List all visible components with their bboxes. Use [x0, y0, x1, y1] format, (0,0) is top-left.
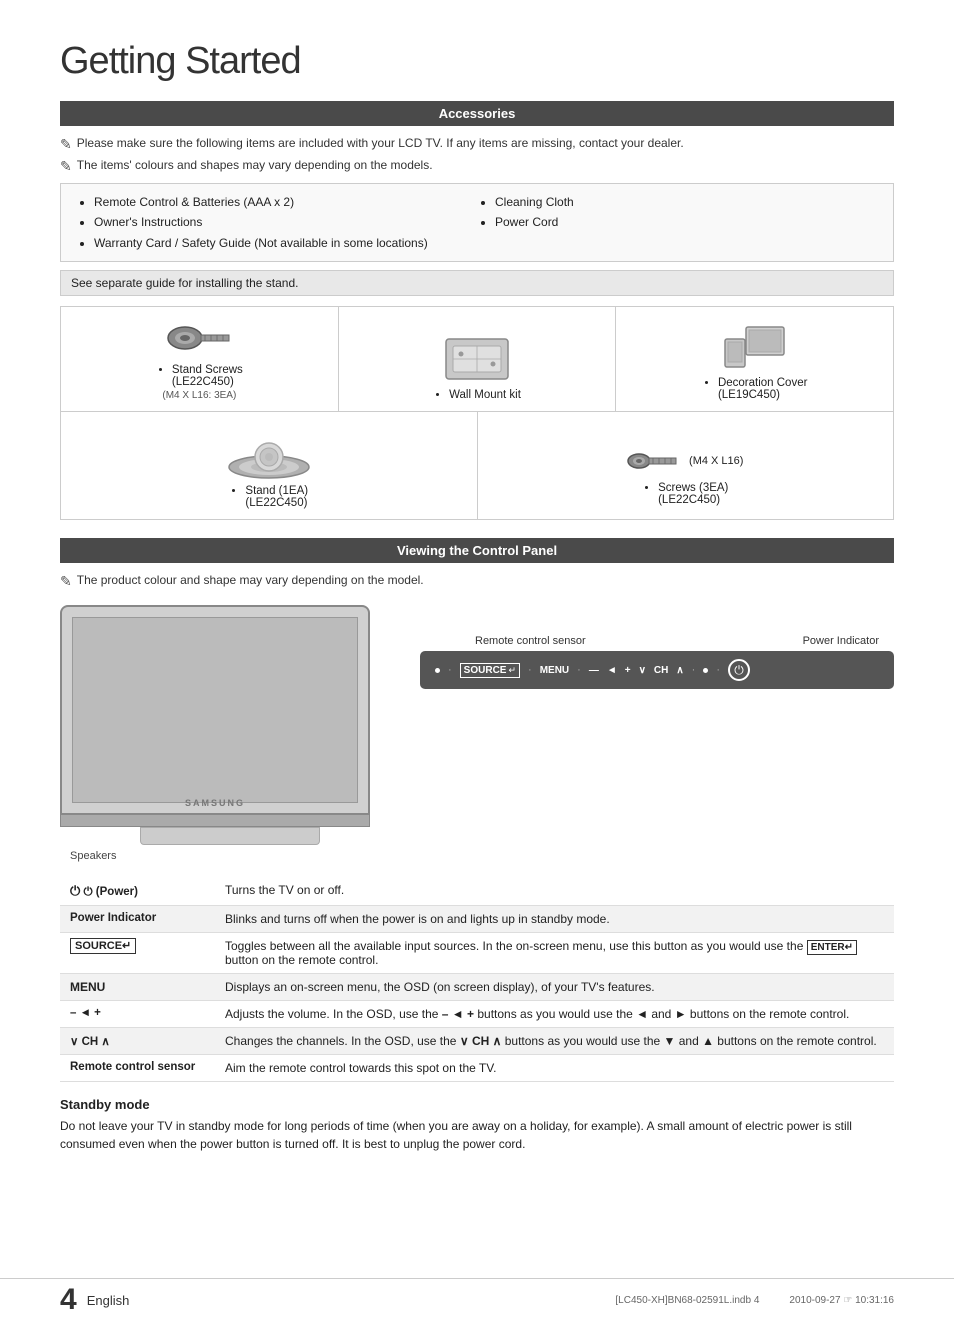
- control-desc-remote: Aim the remote control towards this spot…: [215, 1055, 894, 1082]
- table-row: ∨ CH ∧ Changes the channels. In the OSD,…: [60, 1028, 894, 1055]
- footer: 4 English [LC450-XH]BN68-02591L.indb 4 2…: [0, 1278, 954, 1321]
- accessories-image-row-1: Stand Screws (LE22C450) (M4 X L16: 3EA): [61, 307, 893, 412]
- screw2-icon: [627, 445, 679, 477]
- page: Getting Started Accessories ✎ Please mak…: [0, 0, 954, 1321]
- control-panel-header: Viewing the Control Panel: [60, 538, 894, 563]
- accessories-section: Accessories ✎ Please make sure the follo…: [60, 101, 894, 520]
- tv-body: SAMSUNG: [60, 605, 370, 815]
- ch-up-control: ∧: [676, 665, 683, 676]
- list-item: Remote Control & Batteries (AAA x 2): [94, 192, 477, 212]
- power-indicator-dot: [703, 668, 708, 673]
- remote-sensor-dot: [435, 668, 440, 673]
- control-panel-note: ✎ The product colour and shape may vary …: [60, 573, 894, 590]
- table-row: Power Indicator Blinks and turns off whe…: [60, 906, 894, 933]
- control-key-vol: – ◄ +: [60, 1001, 215, 1028]
- wallmount-icon: [441, 334, 513, 384]
- screws-label: Stand Screws (LE22C450) (M4 X L16: 3EA): [156, 364, 243, 401]
- control-labels-top: Remote control sensor Power Indicator: [420, 635, 894, 647]
- page-title: Getting Started: [60, 40, 894, 83]
- decorcover-cell: Decoration Cover (LE19C450): [616, 307, 893, 411]
- stand-cell: Stand (1EA) (LE22C450): [61, 412, 478, 519]
- control-desc-power: Turns the TV on or off.: [215, 877, 894, 906]
- ch-text: CH: [654, 665, 668, 676]
- control-panel-section: Viewing the Control Panel ✎ The product …: [60, 538, 894, 1153]
- screw2-sub: (M4 X L16): [689, 455, 743, 467]
- decorcover-label: Decoration Cover (LE19C450): [702, 377, 807, 401]
- language-label: English: [87, 1293, 130, 1308]
- screw2-cell: (M4 X L16) Screws (3EA) (LE22C450): [478, 412, 894, 519]
- stand-guide-bar: See separate guide for installing the st…: [60, 270, 894, 296]
- standby-text: Do not leave your TV in standby mode for…: [60, 1117, 894, 1153]
- list-item: Owner's Instructions: [94, 212, 477, 232]
- control-key-menu: MENU: [60, 974, 215, 1001]
- accessories-note1: ✎ Please make sure the following items a…: [60, 136, 894, 153]
- control-key-powerind: Power Indicator: [60, 906, 215, 933]
- screw2-label: Screws (3EA) (LE22C450): [642, 482, 728, 506]
- standby-section: Standby mode Do not leave your TV in sta…: [60, 1097, 894, 1153]
- vol-minus-control: —: [589, 665, 599, 676]
- control-key-power: ⏻ ⏻ (Power): [60, 877, 215, 906]
- stand-label: Stand (1EA) (LE22C450): [229, 485, 308, 509]
- note-icon-3: ✎: [60, 573, 72, 590]
- tv-screen: [72, 617, 358, 803]
- table-row: Remote control sensor Aim the remote con…: [60, 1055, 894, 1082]
- vol-left-control: ◄: [607, 665, 617, 676]
- tv-stand: [140, 827, 320, 845]
- control-key-remote: Remote control sensor: [60, 1055, 215, 1082]
- control-desc-vol: Adjusts the volume. In the OSD, use the …: [215, 1001, 894, 1028]
- accessories-images: Stand Screws (LE22C450) (M4 X L16: 3EA): [60, 306, 894, 520]
- decorcover-icon: [721, 324, 789, 372]
- control-key-ch: ∨ CH ∧: [60, 1028, 215, 1055]
- footer-file-info: [LC450-XH]BN68-02591L.indb 4 2010-09-27 …: [615, 1295, 894, 1306]
- date-info: 2010-09-27 ☞ 10:31:16: [789, 1295, 894, 1306]
- control-desc-menu: Displays an on-screen menu, the OSD (on …: [215, 974, 894, 1001]
- source-control: SOURCE ↵: [460, 663, 520, 678]
- accessories-note2: ✎ The items' colours and shapes may vary…: [60, 158, 894, 175]
- control-desc-source: Toggles between all the available input …: [215, 933, 894, 974]
- list-item: Cleaning Cloth: [495, 192, 878, 212]
- tv-image: SAMSUNG Speakers: [60, 605, 400, 862]
- menu-control: MENU: [540, 665, 569, 676]
- table-row: MENU Displays an on-screen menu, the OSD…: [60, 974, 894, 1001]
- control-key-source: SOURCE↵: [60, 933, 215, 974]
- control-bar: · SOURCE ↵ · MENU · — ◄ + ∨ CH ∧ ·: [420, 651, 894, 689]
- vol-plus-control: +: [625, 665, 631, 676]
- accessories-header: Accessories: [60, 101, 894, 126]
- feature-table: ⏻ ⏻ (Power) Turns the TV on or off. Powe…: [60, 877, 894, 1082]
- ch-down-control: ∨: [639, 665, 646, 676]
- control-bar-area: Remote control sensor Power Indicator · …: [420, 605, 894, 689]
- tv-base-wide: [60, 815, 370, 827]
- accessories-list-box: Remote Control & Batteries (AAA x 2) Own…: [60, 183, 894, 262]
- page-number-box: 4 English: [60, 1285, 129, 1315]
- screws-icon: [167, 317, 232, 359]
- standby-title: Standby mode: [60, 1097, 894, 1112]
- wallmount-cell: Wall Mount kit: [339, 307, 617, 411]
- table-row: – ◄ + Adjusts the volume. In the OSD, us…: [60, 1001, 894, 1028]
- power-button-icon: ⏻: [728, 659, 750, 681]
- accessories-image-row-2: Stand (1EA) (LE22C450): [61, 412, 893, 519]
- screws-cell: Stand Screws (LE22C450) (M4 X L16: 3EA): [61, 307, 339, 411]
- table-row: SOURCE↵ Toggles between all the availabl…: [60, 933, 894, 974]
- speakers-label: Speakers: [70, 850, 400, 862]
- control-desc-ch: Changes the channels. In the OSD, use th…: [215, 1028, 894, 1055]
- note-icon-2: ✎: [60, 158, 72, 175]
- accessories-col-left: Remote Control & Batteries (AAA x 2) Own…: [76, 192, 477, 253]
- accessories-col-right: Cleaning Cloth Power Cord: [477, 192, 878, 253]
- power-indicator-label: Power Indicator: [803, 635, 879, 647]
- tv-diagram-area: SAMSUNG Speakers Remote control sensor P…: [60, 605, 894, 862]
- file-info: [LC450-XH]BN68-02591L.indb 4: [615, 1295, 759, 1306]
- list-item: Warranty Card / Safety Guide (Not availa…: [94, 233, 477, 253]
- samsung-brand: SAMSUNG: [185, 798, 245, 808]
- remote-sensor-label: Remote control sensor: [475, 635, 586, 647]
- note-icon-1: ✎: [60, 136, 72, 153]
- table-row: ⏻ ⏻ (Power) Turns the TV on or off.: [60, 877, 894, 906]
- list-item: Power Cord: [495, 212, 878, 232]
- stand-icon: [225, 422, 313, 480]
- wallmount-label: Wall Mount kit: [433, 389, 521, 401]
- page-number: 4: [60, 1285, 77, 1315]
- control-desc-powerind: Blinks and turns off when the power is o…: [215, 906, 894, 933]
